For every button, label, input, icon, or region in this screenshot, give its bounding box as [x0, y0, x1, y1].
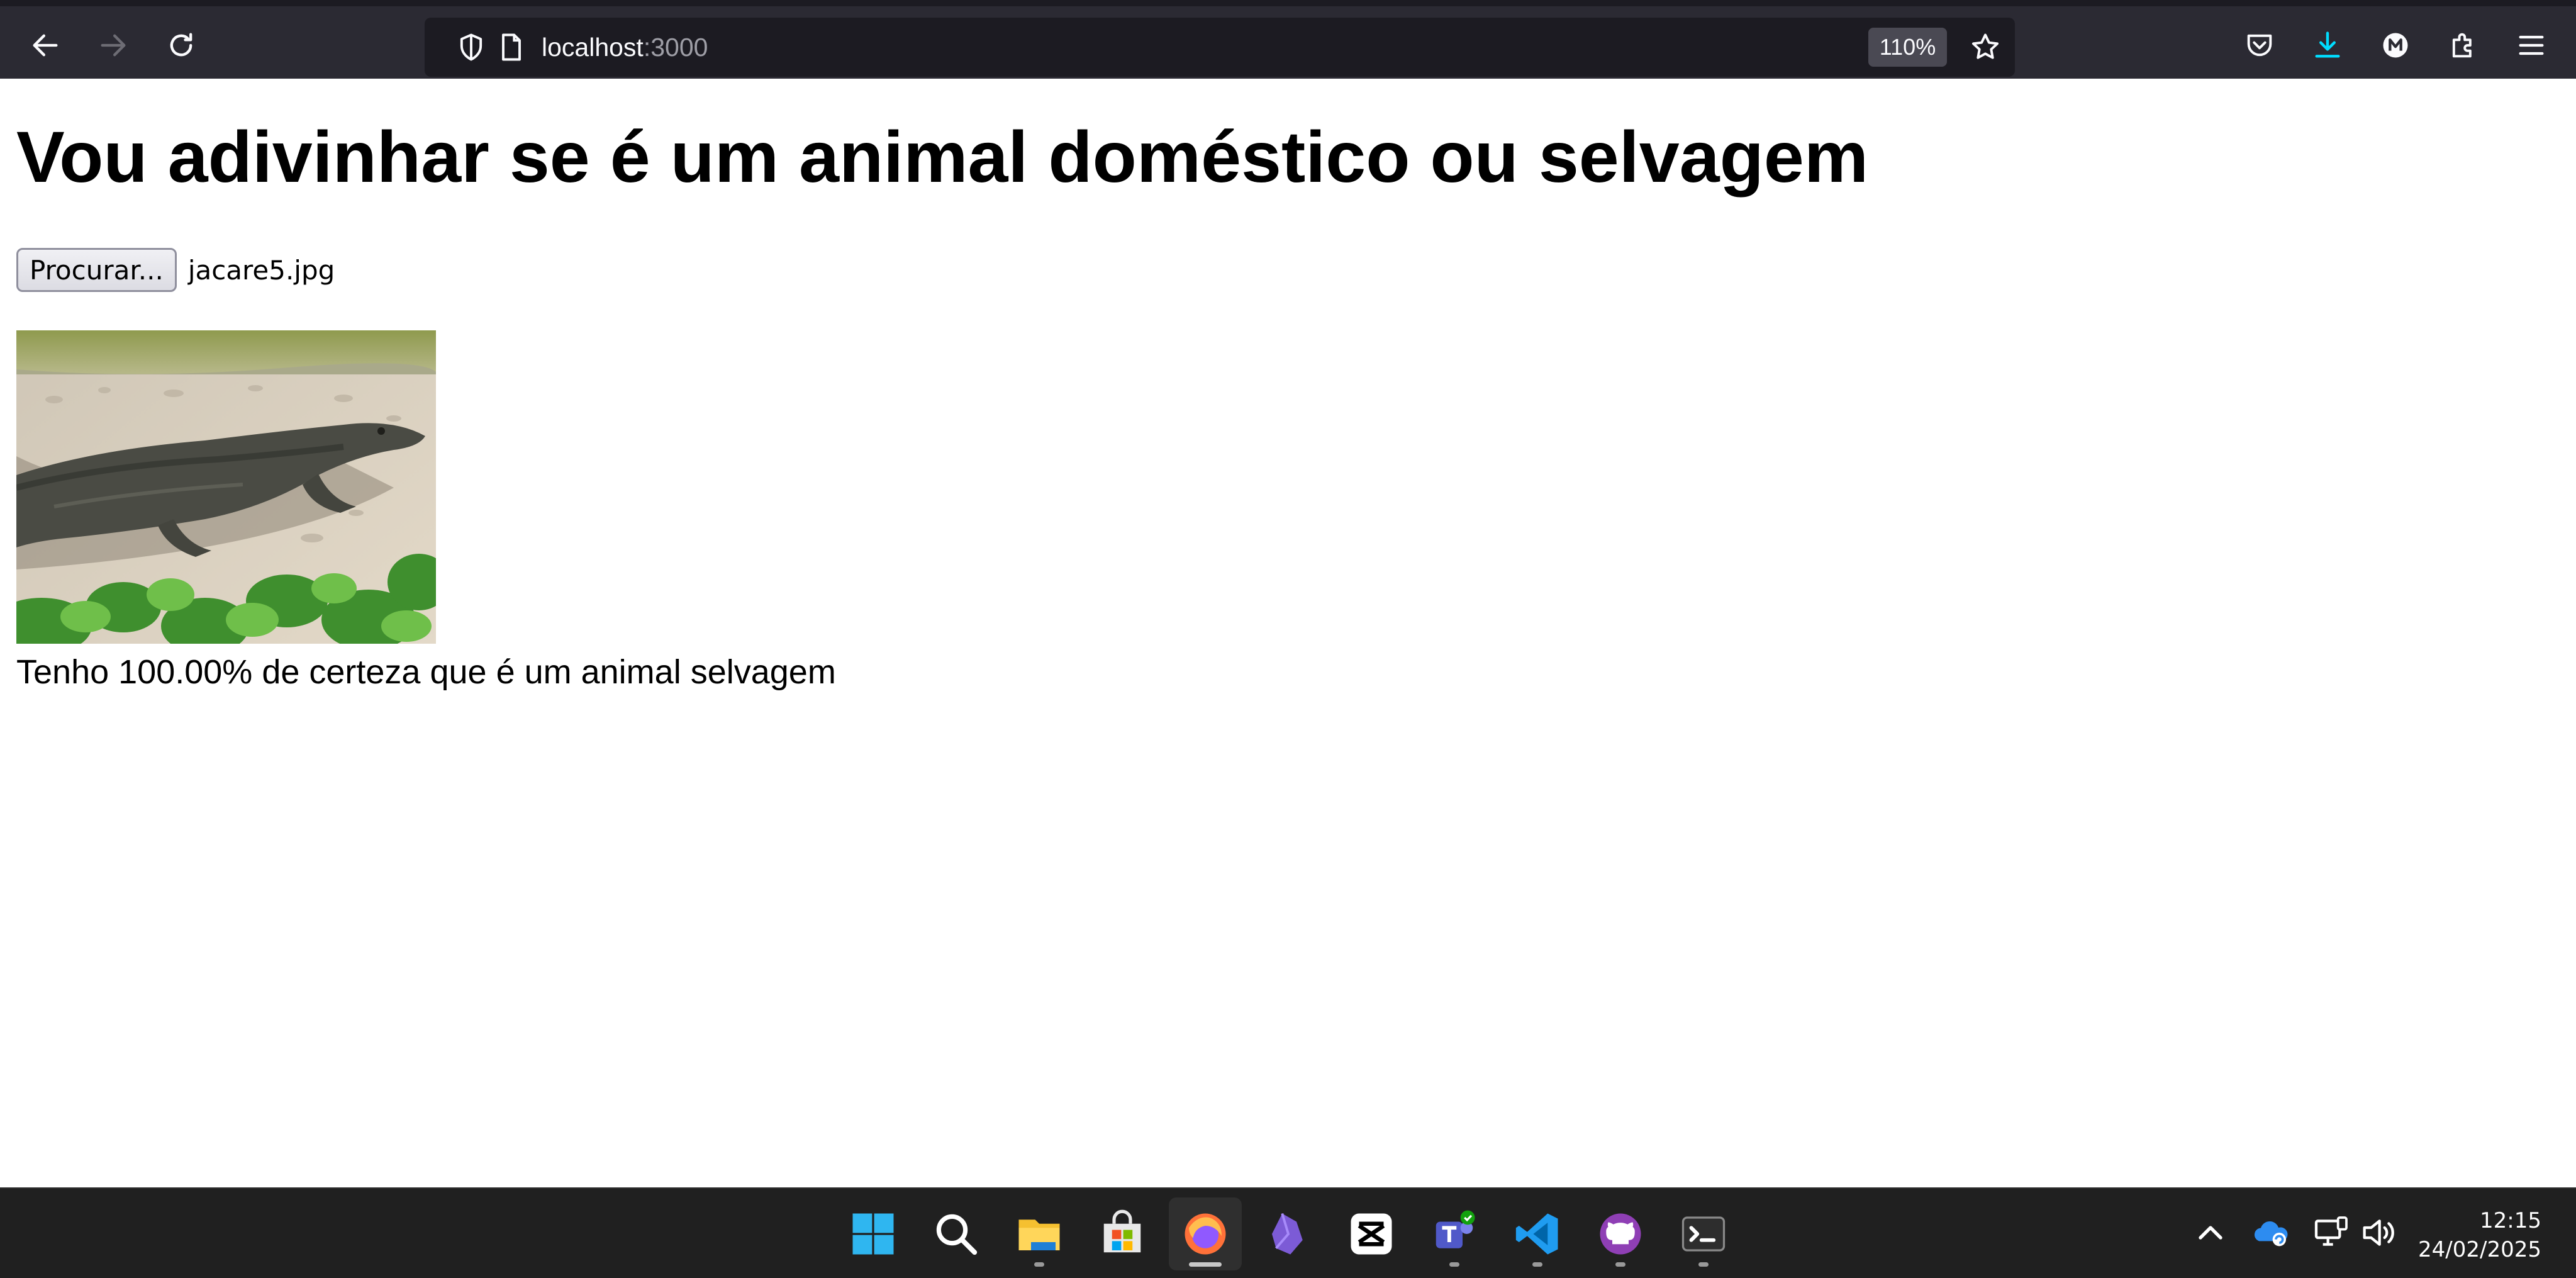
bookmark-star-icon[interactable] — [1969, 31, 2002, 64]
page-info-icon[interactable] — [495, 31, 528, 64]
reload-button[interactable] — [148, 19, 214, 72]
teams-icon — [1436, 1210, 1475, 1248]
browser-toolbar: localhost:3000 110% — [0, 0, 2576, 79]
pocket-button[interactable] — [2227, 19, 2292, 72]
account-button[interactable] — [2363, 19, 2428, 72]
taskbar-start[interactable] — [837, 1197, 910, 1270]
url-port: :3000 — [643, 33, 708, 62]
volume-icon[interactable] — [2358, 1213, 2398, 1253]
page-content: Vou adivinhar se é um animal doméstico o… — [0, 79, 2576, 1187]
clock-date: 24/02/2025 — [2418, 1237, 2541, 1262]
capcut-icon — [1351, 1213, 1392, 1255]
github-desktop-icon — [1600, 1213, 1641, 1255]
url-bar[interactable]: localhost:3000 110% — [425, 18, 2015, 77]
pocket-icon — [2247, 34, 2272, 57]
url-host: localhost — [542, 33, 644, 62]
extensions-button[interactable] — [2431, 19, 2496, 72]
taskbar-firefox[interactable] — [1169, 1197, 1242, 1270]
forward-button[interactable] — [81, 19, 146, 72]
taskbar-store[interactable] — [1086, 1197, 1159, 1270]
clock-time: 12:15 — [2480, 1208, 2541, 1233]
uploaded-image-preview — [16, 330, 436, 644]
arrow-right-icon — [101, 34, 126, 57]
microsoft-store-icon — [1103, 1209, 1141, 1253]
arrow-left-icon — [33, 34, 58, 57]
prediction-result: Tenho 100.00% de certeza que é um animal… — [16, 653, 836, 691]
taskbar-github-desktop[interactable] — [1584, 1197, 1657, 1270]
chevron-up-icon[interactable] — [2190, 1213, 2231, 1253]
back-button[interactable] — [13, 19, 78, 72]
vscode-icon — [1515, 1213, 1558, 1255]
page-title: Vou adivinhar se é um animal doméstico o… — [16, 117, 1869, 198]
running-indicator — [1189, 1262, 1222, 1267]
taskbar-terminal[interactable] — [1667, 1197, 1740, 1270]
url-text[interactable]: localhost:3000 — [542, 30, 708, 64]
zoom-level-badge[interactable]: 110% — [1868, 28, 1947, 67]
obsidian-icon — [1272, 1213, 1303, 1255]
taskbar-file-explorer[interactable] — [1003, 1197, 1076, 1270]
search-icon — [936, 1214, 978, 1255]
system-clock[interactable]: 12:15 24/02/2025 — [2409, 1206, 2541, 1264]
windows-taskbar: 12:15 24/02/2025 — [0, 1187, 2576, 1278]
network-icon[interactable] — [2311, 1213, 2351, 1253]
running-indicator — [1034, 1262, 1044, 1267]
running-indicator — [1449, 1262, 1459, 1267]
running-indicator — [1615, 1262, 1625, 1267]
running-indicator — [1532, 1262, 1542, 1267]
selected-file-name: jacare5.jpg — [187, 254, 335, 286]
file-input[interactable]: Procurar... jacare5.jpg — [16, 247, 335, 293]
hamburger-menu-icon — [2519, 35, 2544, 55]
browse-button[interactable]: Procurar... — [16, 248, 177, 292]
firefox-icon — [1185, 1213, 1226, 1255]
taskbar-obsidian[interactable] — [1252, 1197, 1325, 1270]
onedrive-icon[interactable] — [2251, 1213, 2291, 1253]
alligator-photo — [16, 330, 436, 644]
taskbar-capcut[interactable] — [1335, 1197, 1408, 1270]
file-explorer-icon — [1018, 1219, 1060, 1250]
shield-icon[interactable] — [455, 31, 488, 64]
windows-start-icon — [852, 1213, 894, 1255]
menu-button[interactable] — [2499, 19, 2564, 72]
reload-icon — [170, 33, 192, 57]
taskbar-search[interactable] — [920, 1197, 993, 1270]
taskbar-vscode[interactable] — [1501, 1197, 1574, 1270]
account-avatar-icon — [2383, 33, 2408, 58]
puzzle-icon — [2452, 33, 2472, 58]
running-indicator — [1698, 1262, 1709, 1267]
download-icon — [2315, 31, 2340, 58]
taskbar-teams[interactable] — [1418, 1197, 1491, 1270]
downloads-button[interactable] — [2295, 19, 2360, 72]
terminal-icon — [1681, 1216, 1726, 1252]
